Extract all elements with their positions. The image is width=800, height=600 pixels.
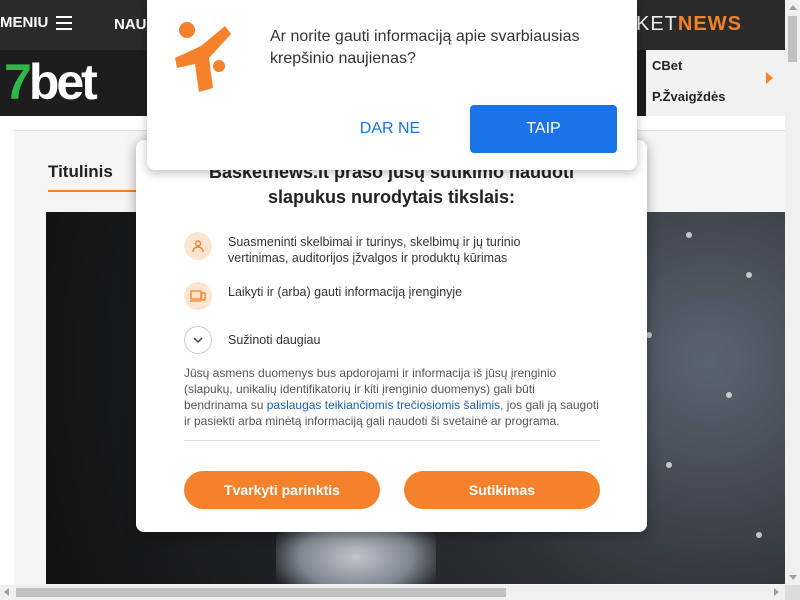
chevron-down-icon[interactable] [184, 326, 212, 354]
ad-side-list: CBet P.Žvaigždės [646, 50, 785, 116]
logo-suffix: NEWS [677, 13, 742, 35]
scroll-right-arrow-icon[interactable] [774, 588, 779, 596]
learn-more-label: Sužinoti daugiau [228, 333, 321, 347]
manage-options-button[interactable]: Tvarkyti parinktis [184, 471, 380, 509]
arrow-right-icon[interactable] [766, 72, 773, 84]
third-parties-link[interactable]: paslaugas teikiančiomis trečiosiomis šal… [267, 398, 500, 412]
basketball-player-logo-icon [175, 22, 231, 92]
vertical-scrollbar[interactable] [785, 0, 800, 585]
push-notification-dialog: Ar norite gauti informaciją apie svarbia… [147, 0, 637, 170]
bet-logo-number: 7 [4, 54, 32, 110]
scroll-left-arrow-icon[interactable] [4, 588, 9, 596]
horizontal-scroll-thumb[interactable] [16, 588, 506, 597]
scrollbar-corner [785, 585, 800, 600]
nav-link[interactable]: NAU [114, 16, 147, 33]
learn-more-toggle[interactable]: Sužinoti daugiau [184, 326, 568, 354]
vertical-scroll-thumb[interactable] [788, 16, 797, 62]
push-question: Ar norite gauti informaciją apie svarbia… [270, 28, 580, 67]
site-logo[interactable]: KETNEWS [636, 13, 742, 36]
purpose-item: Suasmeninti skelbimai ir turinys, skelbi… [184, 232, 568, 266]
ad-item[interactable]: P.Žvaigždės [652, 89, 725, 104]
purpose-text: Laikyti ir (arba) gauti informaciją įren… [228, 285, 463, 299]
hamburger-icon [56, 15, 73, 30]
bet-logo-text: bet [28, 54, 98, 110]
arena-light [726, 392, 732, 398]
purpose-item: Laikyti ir (arba) gauti informaciją įren… [184, 282, 568, 310]
logo-prefix: KET [636, 13, 678, 35]
menu-button[interactable]: MENIU [0, 14, 73, 31]
arena-light [686, 232, 692, 238]
accept-notifications-button[interactable]: TAIP [470, 105, 617, 153]
person-icon [184, 232, 212, 260]
tab-titulinis[interactable]: Titulinis [48, 162, 138, 192]
scroll-down-arrow-icon[interactable] [789, 575, 797, 580]
horizontal-scrollbar[interactable] [0, 585, 785, 600]
purpose-text: Suasmeninti skelbimai ir turinys, skelbi… [228, 235, 521, 265]
arena-light [756, 532, 762, 538]
bet-logo[interactable]: 7bet [4, 52, 98, 112]
consent-description: Jūsų asmens duomenys bus apdorojami ir i… [184, 365, 600, 441]
ad-item[interactable]: CBet [652, 58, 682, 73]
scroll-up-arrow-icon[interactable] [789, 5, 797, 10]
consent-dialog: Basketnews.lt prašo jūsų sutikimo naudot… [136, 140, 647, 532]
menu-label: MENIU [0, 14, 49, 31]
consent-accept-button[interactable]: Sutikimas [404, 471, 600, 509]
devices-icon [184, 282, 212, 310]
arena-light [746, 272, 752, 278]
decline-notifications-button[interactable]: DAR NE [340, 105, 440, 153]
arena-light [666, 462, 672, 468]
